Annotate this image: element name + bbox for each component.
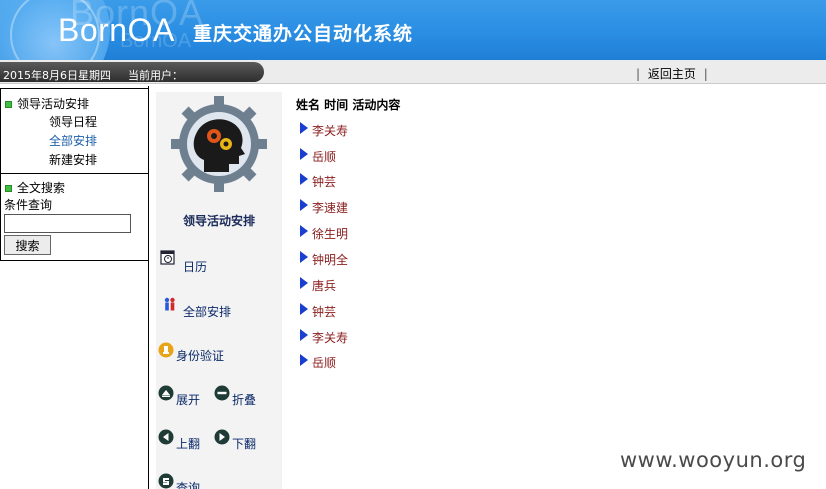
condition-query-label: 条件查询 xyxy=(4,198,53,212)
person-name[interactable]: 李关寿 xyxy=(312,329,348,346)
person-name[interactable]: 钟明全 xyxy=(312,251,348,268)
schedule-list: 姓名 时间 活动内容 李关寿 岳顺 钟芸 李速建 徐生明 钟明全 唐兵 钟芸 李… xyxy=(296,96,816,489)
person-name[interactable]: 李速建 xyxy=(312,199,348,216)
status-date-panel: 2015年8月6日星期四 当前用户： xyxy=(0,62,264,82)
people-icon[interactable] xyxy=(162,296,178,312)
module-panel: 领导活动安排 日历 全部安排 身份验证 展开 折叠 上翻 下翻 查询 xyxy=(156,92,282,489)
person-name[interactable]: 李关寿 xyxy=(312,122,348,139)
triangle-right-icon xyxy=(300,148,308,160)
menu-page-down[interactable]: 下翻 xyxy=(232,435,256,452)
sidebar-item-leader-schedule[interactable]: 领导日程 xyxy=(49,113,97,130)
list-header: 姓名 时间 活动内容 xyxy=(296,98,401,112)
person-name[interactable]: 钟芸 xyxy=(312,173,336,190)
gear-head-logo-icon xyxy=(171,96,267,192)
person-name[interactable]: 唐兵 xyxy=(312,277,336,294)
collapse-icon[interactable] xyxy=(214,385,230,401)
triangle-right-icon xyxy=(300,354,308,366)
person-name[interactable]: 岳顺 xyxy=(312,148,336,165)
calendar-icon[interactable] xyxy=(160,249,176,265)
person-name[interactable]: 徐生明 xyxy=(312,225,348,242)
section-title: 领导活动安排 xyxy=(17,97,90,111)
current-user-label: 当前用户： xyxy=(128,69,183,82)
triangle-right-icon xyxy=(300,303,308,315)
menu-collapse[interactable]: 折叠 xyxy=(232,391,256,408)
sidebar-item-new-schedule[interactable]: 新建安排 xyxy=(49,151,97,168)
menu-expand[interactable]: 展开 xyxy=(176,391,200,408)
triangle-right-icon xyxy=(300,173,308,185)
header-banner: BornOA BornOA BornOA 重庆交通办公自动化系统 xyxy=(0,0,826,60)
search-input[interactable] xyxy=(4,214,131,233)
triangle-right-icon xyxy=(300,329,308,341)
link-separator: | xyxy=(636,67,641,81)
status-bar: 2015年8月6日星期四 当前用户： | 返回主页 | xyxy=(0,60,826,84)
green-bullet-icon xyxy=(5,185,12,192)
section-header-fulltext-search[interactable]: 全文搜索 xyxy=(5,179,65,196)
watermark-text: www.wooyun.org xyxy=(620,448,807,472)
person-name[interactable]: 岳顺 xyxy=(312,354,336,371)
status-links: | 返回主页 | xyxy=(632,65,712,82)
menu-calendar[interactable]: 日历 xyxy=(183,258,207,275)
triangle-right-icon xyxy=(300,122,308,134)
menu-query[interactable]: 查询 xyxy=(176,479,200,489)
page-up-icon[interactable] xyxy=(158,429,174,445)
menu-all-schedule[interactable]: 全部安排 xyxy=(183,303,231,320)
page-down-icon[interactable] xyxy=(214,429,230,445)
left-sidebar: 领导活动安排 领导日程 全部安排 新建安排 全文搜索 条件查询 搜索 xyxy=(0,86,149,489)
link-separator: | xyxy=(703,67,708,81)
green-bullet-icon xyxy=(5,101,12,108)
fulltext-search-section: 全文搜索 条件查询 搜索 xyxy=(0,173,149,261)
triangle-right-icon xyxy=(300,251,308,263)
sidebar-item-all-schedule[interactable]: 全部安排 xyxy=(49,132,97,149)
menu-identity-verify[interactable]: 身份验证 xyxy=(176,347,224,364)
current-date: 2015年8月6日星期四 xyxy=(3,69,111,82)
menu-page-up[interactable]: 上翻 xyxy=(176,435,200,452)
query-icon[interactable] xyxy=(158,473,174,489)
leader-activity-section: 领导活动安排 领导日程 全部安排 新建安排 xyxy=(0,88,149,174)
search-button[interactable]: 搜索 xyxy=(4,235,51,255)
module-title: 领导活动安排 xyxy=(182,214,255,228)
triangle-right-icon xyxy=(300,199,308,211)
triangle-right-icon xyxy=(300,277,308,289)
section-title: 全文搜索 xyxy=(17,181,66,195)
triangle-right-icon xyxy=(300,225,308,237)
expand-icon[interactable] xyxy=(158,385,174,401)
brand-logo: BornOA xyxy=(58,12,175,48)
system-title: 重庆交通办公自动化系统 xyxy=(193,23,414,45)
return-home-link[interactable]: 返回主页 xyxy=(648,67,696,81)
section-header-leader-activity[interactable]: 领导活动安排 xyxy=(5,95,89,112)
identity-icon[interactable] xyxy=(158,342,174,358)
person-name[interactable]: 钟芸 xyxy=(312,303,336,320)
